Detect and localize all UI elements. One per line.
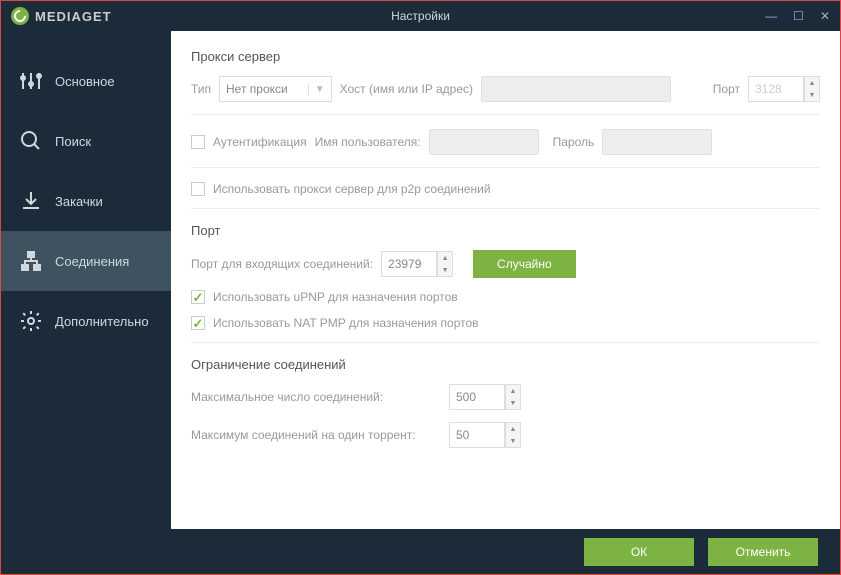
max-conn-row: Максимальное число соединений: ▲▼ — [191, 384, 820, 410]
upnp-label: Использовать uPNP для назначения портов — [213, 290, 458, 304]
proxy-type-select[interactable]: Нет прокси ▼ — [219, 76, 332, 102]
p2p-row: Использовать прокси сервер для p2p соеди… — [191, 182, 820, 196]
footer: ОК Отменить — [1, 529, 840, 574]
maximize-button[interactable]: ☐ — [793, 9, 804, 23]
sidebar-item-label: Дополнительно — [55, 314, 149, 329]
proxy-port-spinner[interactable]: ▲▼ — [804, 76, 820, 102]
divider — [191, 342, 820, 343]
random-port-button[interactable]: Случайно — [473, 250, 576, 278]
sidebar-item-advanced[interactable]: Дополнительно — [1, 291, 171, 351]
sidebar: Основное Поиск Закачки Соединения Дополн… — [1, 31, 171, 529]
natpmp-row: Использовать NAT PMP для назначения порт… — [191, 316, 820, 330]
sidebar-item-downloads[interactable]: Закачки — [1, 171, 171, 231]
per-torrent-input[interactable] — [449, 422, 505, 448]
limits-section-title: Ограничение соединений — [191, 357, 820, 372]
search-icon — [19, 129, 43, 153]
auth-pass-label: Пароль — [553, 135, 595, 149]
max-conn-input[interactable] — [449, 384, 505, 410]
upnp-row: Использовать uPNP для назначения портов — [191, 290, 820, 304]
natpmp-checkbox[interactable] — [191, 316, 205, 330]
auth-user-input[interactable] — [429, 129, 539, 155]
proxy-row: Тип Нет прокси ▼ Хост (имя или IP адрес)… — [191, 76, 820, 102]
chevron-down-icon: ▼ — [308, 84, 325, 95]
ok-button[interactable]: ОК — [584, 538, 694, 566]
sidebar-item-label: Основное — [55, 74, 115, 89]
auth-pass-input[interactable] — [602, 129, 712, 155]
cancel-button[interactable]: Отменить — [708, 538, 818, 566]
per-torrent-spinner[interactable]: ▲▼ — [505, 422, 521, 448]
content-pane: Прокси сервер Тип Нет прокси ▼ Хост (имя… — [171, 31, 840, 529]
p2p-checkbox[interactable] — [191, 182, 205, 196]
max-conn-label: Максимальное число соединений: — [191, 390, 441, 404]
logo-area: MEDIAGET — [11, 7, 112, 25]
incoming-port-spinner[interactable]: ▲▼ — [437, 251, 453, 277]
brand-text: MEDIAGET — [35, 9, 112, 24]
proxy-host-input[interactable] — [481, 76, 671, 102]
window-controls: — ☐ ✕ — [765, 9, 830, 23]
app-logo-icon — [11, 7, 29, 25]
natpmp-label: Использовать NAT PMP для назначения порт… — [213, 316, 479, 330]
sidebar-item-search[interactable]: Поиск — [1, 111, 171, 171]
proxy-type-value: Нет прокси — [226, 82, 288, 96]
max-conn-spinner[interactable]: ▲▼ — [505, 384, 521, 410]
auth-checkbox[interactable] — [191, 135, 205, 149]
proxy-port-input[interactable] — [748, 76, 804, 102]
divider — [191, 114, 820, 115]
incoming-port-input[interactable] — [381, 251, 437, 277]
sidebar-item-label: Закачки — [55, 194, 103, 209]
main-area: Основное Поиск Закачки Соединения Дополн… — [1, 31, 840, 529]
proxy-port-field[interactable]: ▲▼ — [748, 76, 820, 102]
gear-icon — [19, 309, 43, 333]
incoming-port-row: Порт для входящих соединений: ▲▼ Случайн… — [191, 250, 820, 278]
divider — [191, 208, 820, 209]
proxy-type-label: Тип — [191, 82, 211, 96]
proxy-port-label: Порт — [713, 82, 740, 96]
sidebar-item-label: Соединения — [55, 254, 129, 269]
port-section-title: Порт — [191, 223, 820, 238]
download-icon — [19, 189, 43, 213]
window-title: Настройки — [391, 9, 450, 23]
network-icon — [19, 249, 43, 273]
proxy-host-label: Хост (имя или IP адрес) — [340, 82, 473, 96]
incoming-port-label: Порт для входящих соединений: — [191, 257, 373, 271]
per-torrent-field[interactable]: ▲▼ — [449, 422, 521, 448]
minimize-button[interactable]: — — [765, 9, 777, 23]
auth-user-label: Имя пользователя: — [315, 135, 421, 149]
per-torrent-row: Максимум соединений на один торрент: ▲▼ — [191, 422, 820, 448]
max-conn-field[interactable]: ▲▼ — [449, 384, 521, 410]
close-button[interactable]: ✕ — [820, 9, 830, 23]
p2p-label: Использовать прокси сервер для p2p соеди… — [213, 182, 491, 196]
sliders-icon — [19, 69, 43, 93]
sidebar-item-label: Поиск — [55, 134, 91, 149]
auth-row: Аутентификация Имя пользователя: Пароль — [191, 129, 820, 155]
auth-label: Аутентификация — [213, 135, 307, 149]
incoming-port-field[interactable]: ▲▼ — [381, 251, 453, 277]
per-torrent-label: Максимум соединений на один торрент: — [191, 428, 441, 442]
titlebar: MEDIAGET Настройки — ☐ ✕ — [1, 1, 840, 31]
divider — [191, 167, 820, 168]
sidebar-item-general[interactable]: Основное — [1, 51, 171, 111]
sidebar-item-connections[interactable]: Соединения — [1, 231, 171, 291]
proxy-section-title: Прокси сервер — [191, 49, 820, 64]
upnp-checkbox[interactable] — [191, 290, 205, 304]
